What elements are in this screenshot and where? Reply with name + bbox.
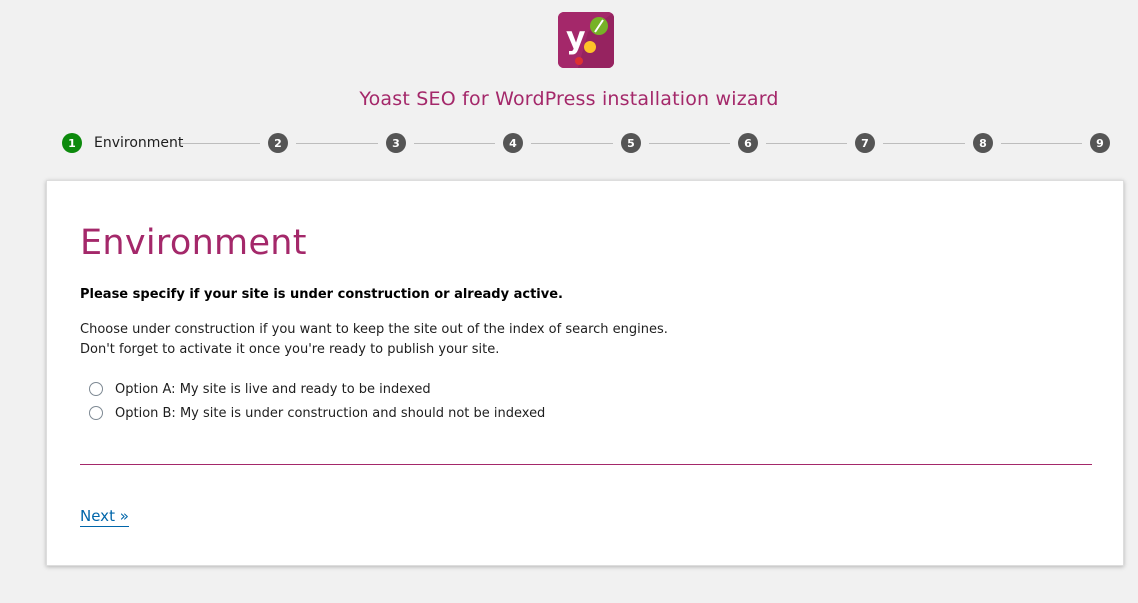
svg-text:y: y <box>566 21 586 56</box>
step-3-number: 3 <box>386 133 406 153</box>
step-1-number: 1 <box>62 133 82 153</box>
wizard-stepper: 1 Environment 2 3 4 5 6 7 8 9 <box>60 132 1112 154</box>
environment-radio-group: Option A: My site is live and ready to b… <box>89 377 545 425</box>
step-4-number: 4 <box>503 133 523 153</box>
step-2[interactable]: 2 <box>268 132 288 154</box>
step-connector <box>180 143 260 144</box>
step-6-number: 6 <box>738 133 758 153</box>
step-connector <box>531 143 613 144</box>
divider <box>80 464 1092 465</box>
environment-description: Choose under construction if you want to… <box>80 320 668 360</box>
step-connector <box>1001 143 1082 144</box>
step-8-number: 8 <box>973 133 993 153</box>
description-line-2: Don't forget to activate it once you're … <box>80 342 500 357</box>
option-b-label[interactable]: Option B: My site is under construction … <box>115 406 545 421</box>
option-a-row[interactable]: Option A: My site is live and ready to b… <box>89 377 545 401</box>
step-connector <box>649 143 730 144</box>
option-b-row[interactable]: Option B: My site is under construction … <box>89 401 545 425</box>
step-9-number: 9 <box>1090 133 1110 153</box>
wizard-title: Yoast SEO for WordPress installation wiz… <box>359 88 779 110</box>
step-8[interactable]: 8 <box>973 132 993 154</box>
option-a-label[interactable]: Option A: My site is live and ready to b… <box>115 382 431 397</box>
option-b-radio[interactable] <box>89 406 103 420</box>
step-6[interactable]: 6 <box>738 132 758 154</box>
environment-question: Please specify if your site is under con… <box>80 287 563 302</box>
step-4[interactable]: 4 <box>503 132 523 154</box>
step-1-environment[interactable]: 1 Environment <box>62 132 183 154</box>
step-5-number: 5 <box>621 133 641 153</box>
step-7[interactable]: 7 <box>855 132 875 154</box>
step-3[interactable]: 3 <box>386 132 406 154</box>
step-content-card: Environment Please specify if your site … <box>46 180 1124 566</box>
step-connector <box>414 143 495 144</box>
option-a-radio[interactable] <box>89 382 103 396</box>
step-connector <box>883 143 965 144</box>
yoast-logo-icon: y <box>558 12 614 68</box>
next-link[interactable]: Next » <box>80 507 129 527</box>
step-connector <box>766 143 847 144</box>
step-5[interactable]: 5 <box>621 132 641 154</box>
description-line-1: Choose under construction if you want to… <box>80 322 668 337</box>
step-7-number: 7 <box>855 133 875 153</box>
step-connector <box>296 143 378 144</box>
wizard-page: y Yoast SEO for WordPress installation w… <box>0 0 1138 603</box>
step-9[interactable]: 9 <box>1090 132 1110 154</box>
step-1-label: Environment <box>94 135 184 151</box>
step-title: Environment <box>80 223 307 263</box>
step-2-number: 2 <box>268 133 288 153</box>
